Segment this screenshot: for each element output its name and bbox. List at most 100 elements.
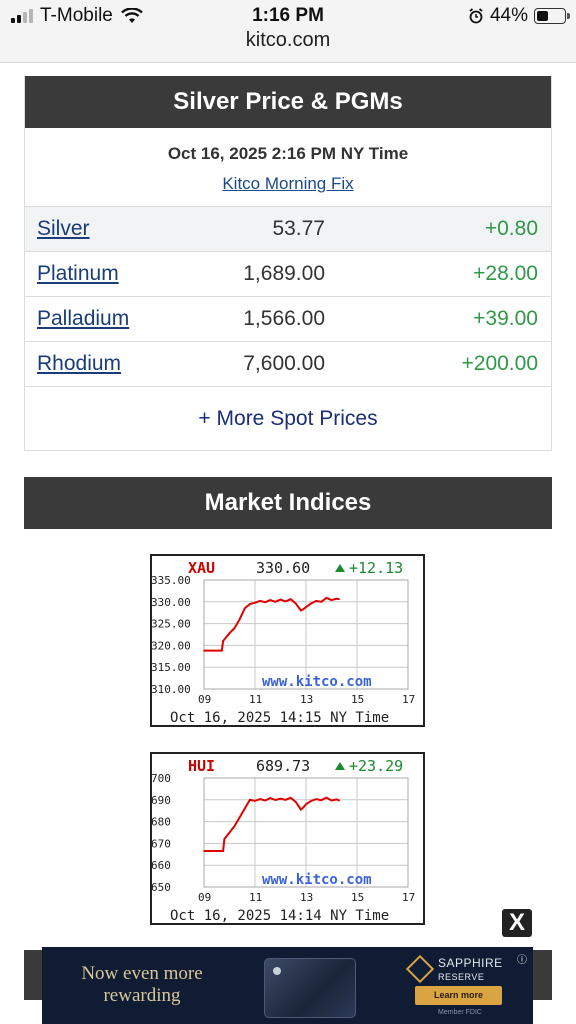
data-point: [279, 598, 282, 601]
data-point: [254, 800, 256, 802]
chart-watermark: www.kitco.com: [262, 674, 372, 690]
data-point: [233, 627, 236, 629]
y-tick-label: 700: [152, 772, 171, 785]
ad-headline: Now even more rewarding: [72, 963, 212, 1007]
y-tick-label: 335.00: [152, 574, 191, 587]
y-tick-label: 330.00: [152, 596, 191, 609]
y-tick-label: 690: [152, 794, 171, 807]
data-point: [238, 816, 241, 819]
data-point: [325, 597, 328, 599]
data-point: [274, 799, 277, 801]
ad-headline-line1: Now even more: [81, 963, 203, 984]
metal-price: 53.77: [272, 217, 325, 240]
data-point: [279, 797, 282, 800]
ad-brand-line2: RESERVE: [438, 972, 485, 982]
address-bar-url[interactable]: kitco.com: [0, 29, 576, 52]
data-point: [320, 799, 323, 802]
sapphire-reserve-ad[interactable]: Now even more rewarding SAPPHIRE RESERVE…: [42, 947, 533, 1024]
data-point: [269, 797, 272, 799]
data-point: [238, 618, 241, 621]
data-point: [302, 608, 305, 611]
ad-brand: SAPPHIRE RESERVE: [438, 957, 503, 984]
learn-more-button[interactable]: Learn more: [415, 986, 502, 1005]
metal-change: +200.00: [461, 352, 539, 375]
up-arrow-icon: [335, 762, 345, 770]
data-point: [264, 601, 266, 604]
metal-link-rhodium[interactable]: Rhodium: [37, 352, 121, 376]
data-point: [330, 599, 333, 601]
y-tick-label: 325.00: [152, 618, 191, 631]
data-point: [289, 598, 292, 600]
data-point: [249, 603, 251, 605]
x-tick-label: 17: [402, 891, 415, 904]
silver-pgm-panel: Silver Price & PGMs Oct 16, 2025 2:16 PM…: [24, 76, 552, 451]
metal-change: +39.00: [473, 307, 538, 330]
data-point: [284, 600, 287, 603]
credit-card-image: [264, 958, 356, 1018]
sapphire-logo-icon: [405, 954, 435, 984]
y-tick-label: 670: [152, 837, 171, 850]
ad-brand-line1: SAPPHIRE: [438, 956, 503, 970]
ad-choices-icon[interactable]: ⓘ: [517, 951, 527, 966]
data-point: [305, 803, 307, 805]
chart-footer: Oct 16, 2025 14:14 NY Time: [170, 908, 389, 923]
table-row: Platinum 1,689.00 +28.00: [25, 252, 551, 297]
metal-link-palladium[interactable]: Palladium: [37, 307, 129, 331]
data-point: [300, 808, 302, 811]
data-point: [289, 797, 292, 799]
metal-price: 1,566.00: [243, 307, 325, 330]
data-point: [259, 600, 261, 602]
battery-percent: 44%: [489, 5, 528, 26]
chart-value: 330.60: [256, 559, 310, 577]
data-point: [330, 799, 333, 802]
chart-change: +12.13: [349, 559, 403, 577]
metal-change: +0.80: [484, 217, 538, 240]
data-point: [233, 825, 236, 827]
market-indices-title: Market Indices: [24, 477, 552, 529]
hui-chart-svg: HUI 689.73 +23.29 700 690 680 670 660 650 09 11 13 1…: [152, 757, 415, 923]
data-point: [284, 799, 287, 801]
hui-chart[interactable]: HUI 689.73 +23.29 700 690 680 670 660 650 09 11 13 1…: [150, 752, 425, 925]
data-point: [338, 598, 340, 600]
data-point: [249, 799, 251, 801]
data-point: [325, 796, 328, 799]
data-point: [222, 850, 224, 852]
y-tick-label: 320.00: [152, 639, 191, 652]
data-point: [223, 838, 226, 840]
silver-panel-title: Silver Price & PGMs: [25, 76, 551, 128]
metal-change: +28.00: [473, 262, 538, 285]
table-row: Palladium 1,566.00 +39.00: [25, 297, 551, 342]
data-point: [320, 601, 323, 603]
metal-link-silver[interactable]: Silver: [37, 217, 90, 241]
status-right: 44%: [468, 5, 570, 27]
data-point: [295, 602, 297, 605]
card-logo-icon: [273, 967, 281, 975]
price-line: [204, 596, 340, 652]
metal-price: 1,689.00: [243, 262, 325, 285]
chart-watermark: www.kitco.com: [262, 872, 372, 888]
data-point: [274, 601, 277, 603]
y-tick-label: 650: [152, 881, 171, 894]
data-point: [338, 799, 340, 802]
up-arrow-icon: [335, 564, 345, 572]
y-tick-label: 315.00: [152, 661, 191, 674]
xau-chart[interactable]: XAU 330.60 +12.13 335.00 330.00 325.00 320.00 3…: [150, 554, 425, 727]
chart-change: +23.29: [349, 757, 403, 775]
battery-icon: [534, 8, 570, 24]
kitco-morning-fix-link[interactable]: Kitco Morning Fix: [222, 174, 353, 193]
metal-price-table: Silver 53.77 +0.80 Platinum 1,689.00 +28…: [25, 206, 551, 387]
y-tick-label: 660: [152, 859, 171, 872]
table-row: Rhodium 7,600.00 +200.00: [25, 342, 551, 387]
browser-status-bar: T-Mobile 1:16 PM kitco.com 44%: [0, 0, 576, 63]
data-point: [315, 798, 317, 800]
close-ad-button[interactable]: X: [502, 909, 532, 937]
more-spot-prices-link[interactable]: + More Spot Prices: [25, 387, 551, 450]
data-point: [305, 606, 307, 608]
x-tick-label: 09: [198, 891, 211, 904]
metal-link-platinum[interactable]: Platinum: [37, 262, 119, 286]
x-tick-label: 17: [402, 693, 415, 706]
x-tick-label: 13: [300, 693, 313, 706]
data-point: [254, 601, 256, 604]
y-tick-label: 310.00: [152, 683, 191, 696]
x-tick-label: 15: [351, 891, 364, 904]
